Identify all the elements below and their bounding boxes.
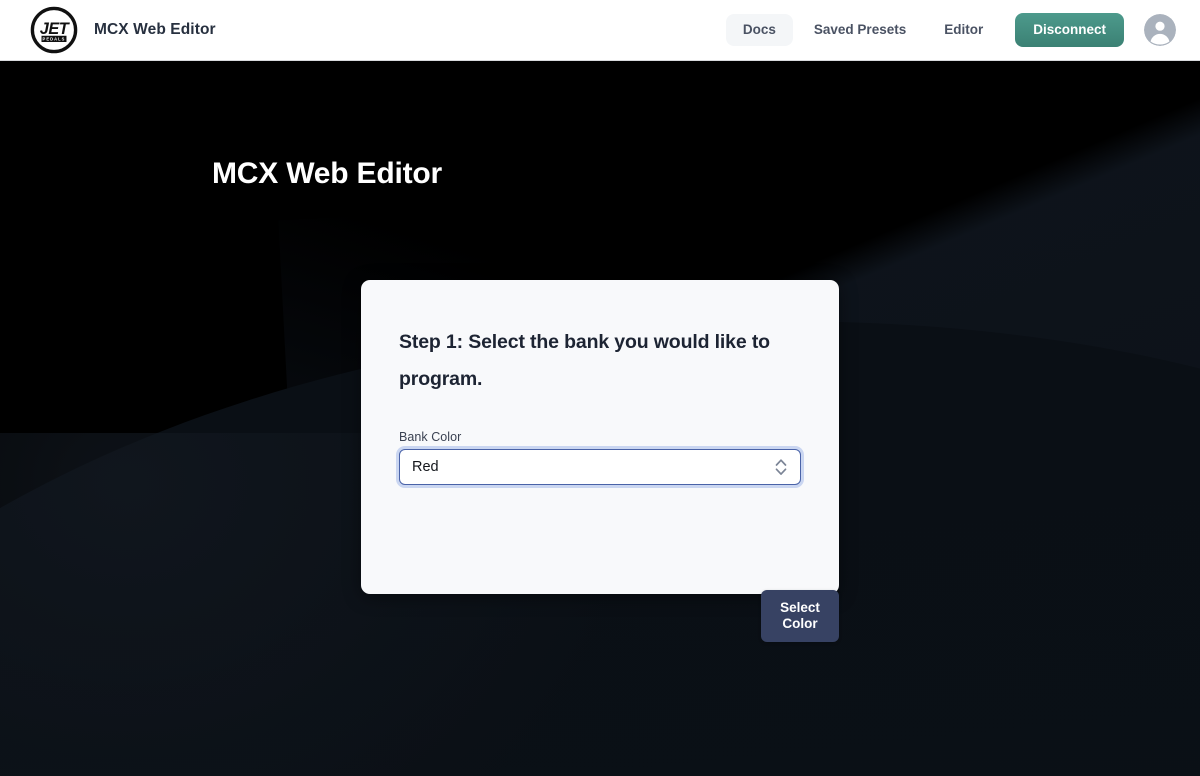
main-nav: Docs Saved Presets Editor Disconnect <box>725 12 1176 48</box>
bank-color-field-group: Bank Color Red <box>399 430 801 485</box>
app-root: JET PEDALS MCX Web Editor Docs Saved Pre… <box>0 0 1200 776</box>
nav-item-saved-presets[interactable]: Saved Presets <box>797 14 923 46</box>
page-content: MCX Web Editor Step 1: Select the bank y… <box>0 61 1200 776</box>
bank-color-selected-value: Red <box>412 458 439 475</box>
select-color-button[interactable]: Select Color <box>761 590 839 643</box>
bank-color-select[interactable]: Red <box>399 448 801 485</box>
disconnect-button[interactable]: Disconnect <box>1015 12 1124 48</box>
page-stage: MCX Web Editor Step 1: Select the bank y… <box>0 61 1200 776</box>
brand[interactable]: JET PEDALS MCX Web Editor <box>30 6 216 54</box>
svg-text:JET: JET <box>40 20 71 38</box>
bank-color-label: Bank Color <box>399 429 462 444</box>
app-header: JET PEDALS MCX Web Editor Docs Saved Pre… <box>0 0 1200 61</box>
jet-pedals-logo-icon: JET PEDALS <box>30 6 78 54</box>
nav-item-docs[interactable]: Docs <box>725 13 793 47</box>
svg-text:PEDALS: PEDALS <box>43 37 66 42</box>
brand-title: MCX Web Editor <box>94 21 216 38</box>
step-card: Step 1: Select the bank you would like t… <box>361 280 839 643</box>
page-title: MCX Web Editor <box>212 157 442 190</box>
user-avatar-icon[interactable] <box>1144 14 1176 46</box>
nav-item-editor[interactable]: Editor <box>927 14 1000 46</box>
step-heading: Step 1: Select the bank you would like t… <box>399 331 770 391</box>
up-down-chevron-icon[interactable] <box>768 452 794 482</box>
